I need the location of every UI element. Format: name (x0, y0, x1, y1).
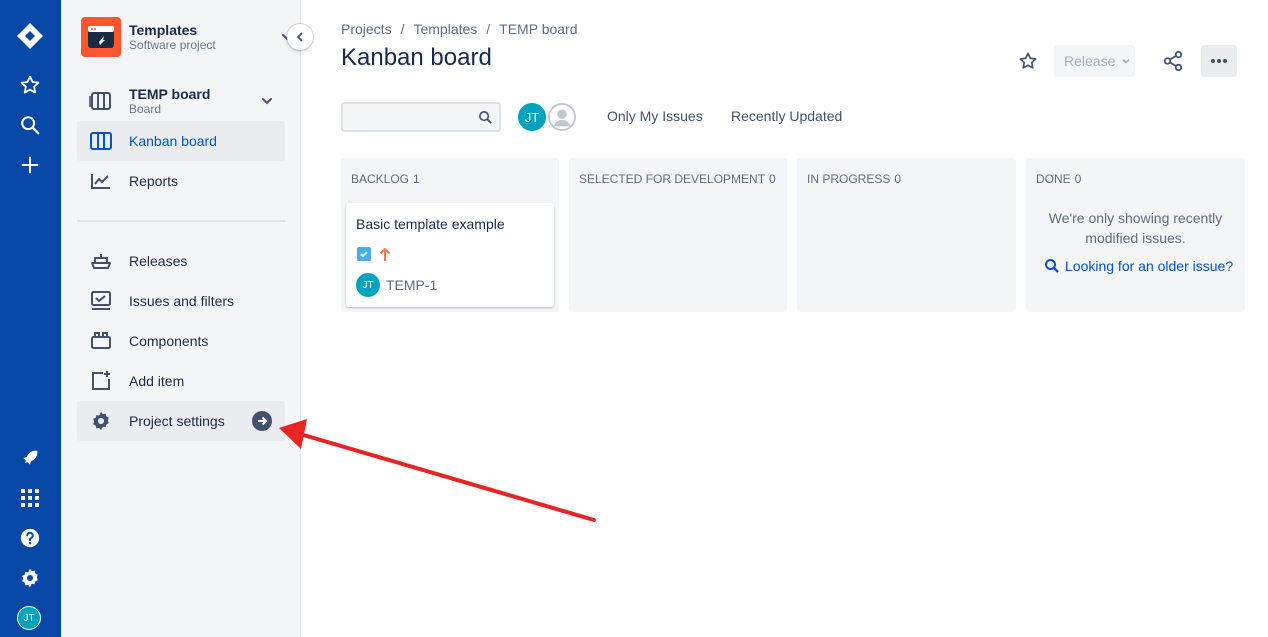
sidebar-item-label: Project settings (129, 413, 225, 429)
release-label: Release (1064, 53, 1116, 69)
release-button[interactable]: Release (1054, 45, 1135, 77)
issue-key[interactable]: TEMP-1 (386, 277, 437, 293)
column-header: IN PROGRESS 0 (807, 172, 901, 186)
search-input[interactable] (341, 102, 501, 132)
task-type-icon (357, 247, 371, 261)
column-in-progress: IN PROGRESS 0 (797, 158, 1016, 312)
breadcrumb: Projects / Templates / TEMP board (341, 21, 578, 37)
column-count: 0 (894, 172, 902, 186)
issue-card[interactable]: Basic template example JT TEMP-1 (346, 203, 554, 307)
search-icon (478, 110, 493, 130)
sidebar-item-components[interactable]: Components (77, 321, 285, 361)
project-name: Templates (129, 22, 198, 38)
user-icon (548, 103, 576, 131)
breadcrumb-separator: / (486, 21, 491, 37)
chart-icon (89, 169, 113, 193)
column-name: SELECTED FOR DEVELOPMENT (579, 172, 766, 186)
board-name: TEMP board (129, 86, 211, 102)
column-count: 0 (769, 172, 776, 186)
quick-filter-only-my-issues[interactable]: Only My Issues (607, 108, 703, 124)
column-done: DONE 0 We're only showing recently modifi… (1026, 158, 1245, 312)
older-issues-link-label: Looking for an older issue? (1065, 258, 1234, 274)
column-selected-for-development: SELECTED FOR DEVELOPMENT 0 (569, 158, 787, 312)
board-switcher[interactable]: TEMP board Board (77, 81, 285, 121)
breadcrumb-temp-board[interactable]: TEMP board (499, 21, 577, 37)
project-sidebar: Templates Software project TEMP board Bo… (61, 0, 301, 637)
settings-icon[interactable] (14, 562, 46, 594)
board-icon (89, 129, 113, 153)
quick-filter-recently-updated[interactable]: Recently Updated (731, 108, 842, 124)
sidebar-item-project-settings[interactable]: Project settings (77, 401, 285, 441)
column-name: IN PROGRESS (807, 172, 891, 186)
board-icon (89, 90, 113, 117)
app-switcher-icon[interactable] (14, 482, 46, 514)
breadcrumb-templates[interactable]: Templates (413, 21, 477, 37)
done-column-message: We're only showing recently modified iss… (1048, 210, 1223, 246)
sidebar-item-add-item[interactable]: Add item (77, 361, 285, 401)
assignee-avatar: JT (356, 273, 380, 297)
main-content: Projects / Templates / TEMP board Kanban… (301, 0, 1268, 637)
sidebar-item-label: Components (129, 333, 209, 349)
add-item-icon (89, 369, 113, 393)
column-header: DONE 0 (1036, 172, 1081, 186)
breadcrumb-projects[interactable]: Projects (341, 21, 392, 37)
global-nav: JT (0, 0, 61, 637)
share-button[interactable] (1161, 49, 1185, 73)
column-header: BACKLOG 1 (351, 172, 420, 186)
star-button[interactable] (1016, 49, 1040, 73)
issues-icon (89, 289, 113, 313)
help-icon[interactable] (14, 522, 46, 554)
search-icon[interactable] (14, 109, 46, 141)
arrow-right-icon[interactable] (252, 411, 272, 431)
sidebar-item-label: Issues and filters (129, 293, 235, 309)
sidebar-item-releases[interactable]: Releases (77, 241, 285, 281)
unassigned-filter-avatar[interactable] (546, 101, 578, 133)
page-title: Kanban board (341, 44, 492, 71)
older-issues-link[interactable]: Looking for an older issue? (1044, 258, 1233, 274)
breadcrumb-separator: / (400, 21, 405, 37)
rocket-icon[interactable] (14, 442, 46, 474)
chevron-left-icon (296, 32, 303, 42)
chevron-down-icon (259, 93, 275, 114)
star-icon (1019, 52, 1037, 69)
sidebar-item-label: Add item (129, 373, 185, 389)
ship-icon (89, 249, 113, 273)
profile-avatar[interactable]: JT (17, 606, 41, 630)
starred-icon[interactable] (14, 69, 46, 101)
sidebar-item-reports[interactable]: Reports (77, 161, 285, 201)
jira-logo-icon[interactable] (14, 20, 46, 52)
project-avatar-icon (81, 17, 121, 57)
sidebar-item-label: Reports (129, 173, 179, 189)
collapse-sidebar-button[interactable] (287, 24, 313, 50)
priority-high-icon (378, 246, 392, 267)
column-header: SELECTED FOR DEVELOPMENT 0 (579, 172, 776, 186)
search-icon (1045, 259, 1059, 273)
column-name: DONE (1036, 172, 1071, 186)
chevron-down-icon (1121, 53, 1131, 69)
more-icon (1211, 59, 1227, 63)
column-backlog: BACKLOG 1 Basic template example JT TEMP-… (341, 158, 559, 312)
issue-summary: Basic template example (356, 216, 505, 232)
assignee-filter-avatar[interactable]: JT (516, 101, 548, 133)
create-icon[interactable] (14, 149, 46, 181)
sidebar-item-issues-and-filters[interactable]: Issues and filters (77, 281, 285, 321)
more-actions-button[interactable] (1201, 45, 1237, 77)
components-icon (89, 329, 113, 353)
column-count: 0 (1074, 172, 1082, 186)
share-icon (1163, 50, 1183, 72)
column-count: 1 (413, 172, 420, 186)
project-switcher[interactable]: Templates Software project (81, 17, 292, 57)
sidebar-divider (77, 220, 285, 222)
sidebar-item-kanban-board[interactable]: Kanban board (77, 121, 285, 161)
column-name: BACKLOG (351, 172, 410, 186)
sidebar-item-label: Kanban board (129, 133, 217, 149)
project-type: Software project (129, 38, 216, 52)
gear-icon (89, 409, 113, 433)
sidebar-item-label: Releases (129, 253, 188, 269)
board-type: Board (129, 102, 162, 116)
